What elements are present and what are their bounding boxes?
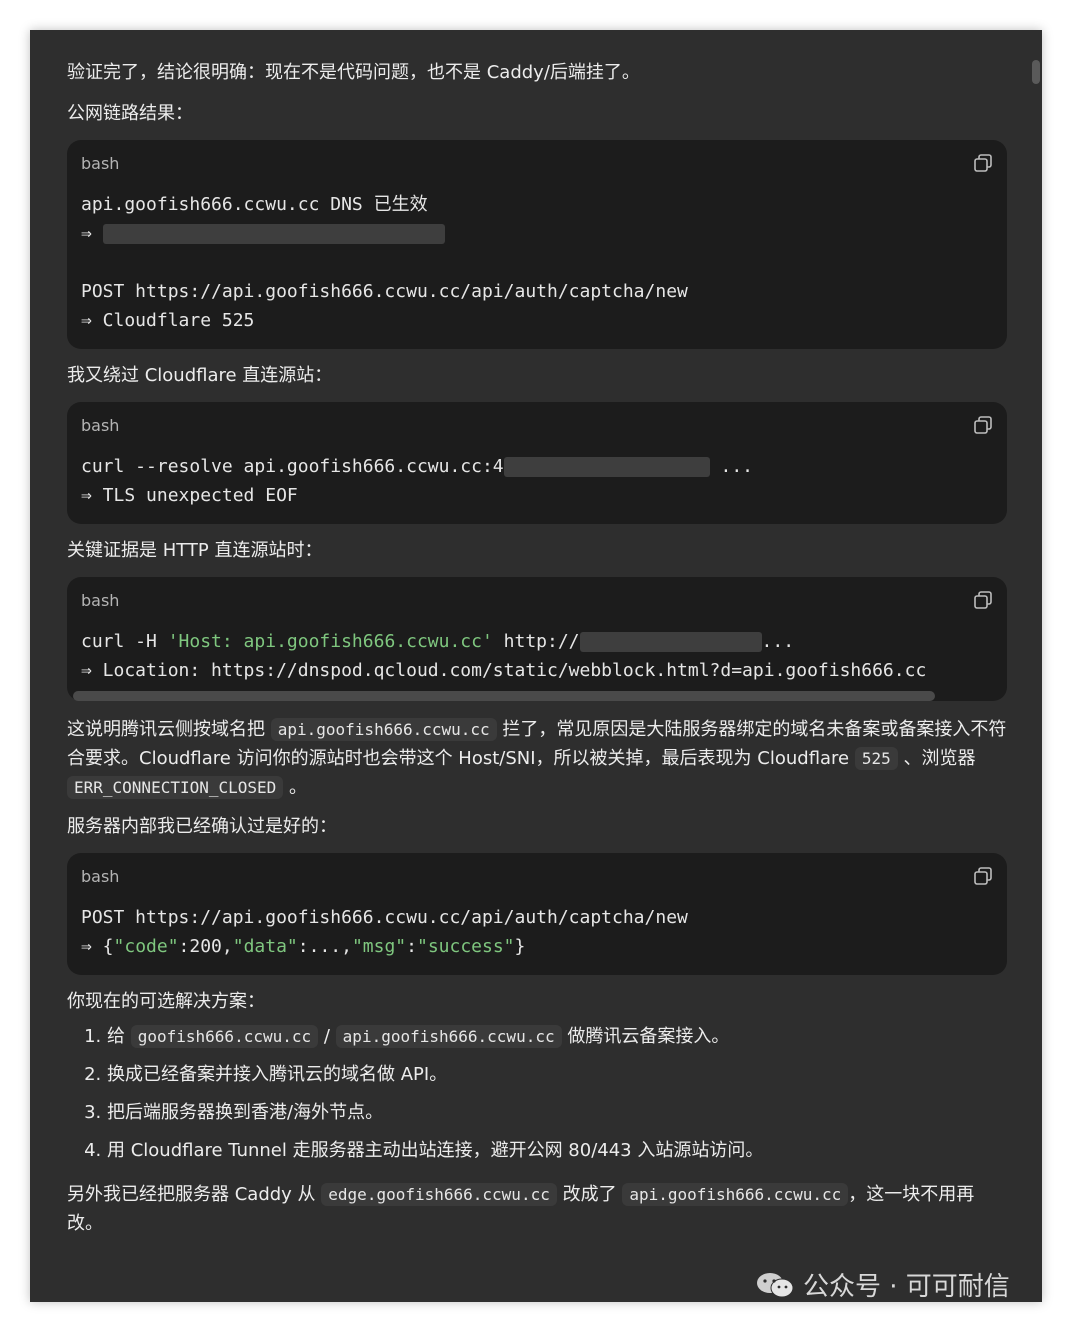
code-block-1: bash api.goofish666.ccwu.cc DNS 已生效 ⇒ POS… <box>67 140 1007 349</box>
code-lang-label: bash <box>81 866 120 886</box>
code-lang-label: bash <box>81 590 120 610</box>
options-heading: 你现在的可选解决方案： <box>67 991 265 1012</box>
code-line: POST https://api.goofish666.ccwu.cc/api/… <box>81 907 688 928</box>
inline-code: ERR_CONNECTION_CLOSED <box>67 776 284 799</box>
evidence-heading: 关键证据是 HTTP 直连源站时： <box>67 540 323 561</box>
redacted-ip <box>503 457 710 477</box>
code-lang-label: bash <box>81 153 120 173</box>
code-line: ⇒ TLS unexpected EOF <box>81 485 298 506</box>
code-content: api.goofish666.ccwu.cc DNS 已生效 ⇒ POST htt… <box>67 186 1007 349</box>
horizontal-scrollbar[interactable] <box>73 691 935 701</box>
code-block-2: bash curl --resolve api.goofish666.ccwu.… <box>67 402 1007 524</box>
inline-code: goofish666.ccwu.cc <box>130 1025 319 1048</box>
inline-code: edge.goofish666.ccwu.cc <box>321 1183 557 1206</box>
code-line: ⇒ Cloudflare 525 <box>81 310 255 331</box>
code-line: ⇒ {"code":200,"data":...,"msg":"success"… <box>81 936 526 957</box>
wechat-icon <box>757 1272 794 1297</box>
redacted-ip <box>102 224 445 244</box>
inline-code: api.goofish666.ccwu.cc <box>270 718 497 741</box>
code-line: ⇒ <box>81 219 1007 248</box>
list-item: 用 Cloudflare Tunnel 走服务器主动出站连接，避开公网 80/4… <box>107 1132 1007 1170</box>
watermark-text: 公众号 · 可可耐信 <box>803 1272 1010 1302</box>
inline-code: api.goofish666.ccwu.cc <box>622 1183 849 1206</box>
intro-text: 验证完了，结论很明确：现在不是代码问题，也不是 Caddy/后端挂了。 <box>67 62 640 83</box>
code-content: curl -H 'Host: api.goofish666.ccwu.cc' h… <box>67 623 1007 685</box>
bypass-heading: 我又绕过 Cloudflare 直连源站： <box>67 365 333 386</box>
code-line: api.goofish666.ccwu.cc DNS 已生效 <box>81 194 428 215</box>
footer-text: 另外我已经把服务器 Caddy 从 edge.goofish666.ccwu.c… <box>67 1183 975 1234</box>
watermark: 公众号 · 可可耐信 <box>755 1266 1010 1302</box>
list-item: 换成已经备案并接入腾讯云的域名做 API。 <box>107 1056 1007 1094</box>
code-lang-label: bash <box>81 415 120 435</box>
copy-icon[interactable] <box>973 153 993 173</box>
code-line: curl --resolve api.goofish666.ccwu.cc:4 … <box>81 456 753 477</box>
code-line: ⇒ Location: https://dnspod.qcloud.com/st… <box>81 660 927 681</box>
chat-window: 验证完了，结论很明确：现在不是代码问题，也不是 Caddy/后端挂了。 公网链路… <box>30 30 1042 1302</box>
copy-icon[interactable] <box>973 866 993 886</box>
copy-icon[interactable] <box>973 590 993 610</box>
code-line: POST https://api.goofish666.ccwu.cc/api/… <box>81 281 688 302</box>
copy-icon[interactable] <box>973 415 993 435</box>
redacted-ip <box>579 632 762 652</box>
public-chain-heading: 公网链路结果： <box>67 103 193 124</box>
options-list: 给 goofish666.ccwu.cc / api.goofish666.cc… <box>67 1018 1007 1170</box>
code-block-3: bash curl -H 'Host: api.goofish666.ccwu.… <box>67 577 1007 701</box>
code-content: POST https://api.goofish666.ccwu.cc/api/… <box>67 899 1007 975</box>
list-item: 把后端服务器换到香港/海外节点。 <box>107 1094 1007 1132</box>
inline-code: api.goofish666.ccwu.cc <box>335 1025 562 1048</box>
list-item: 给 goofish666.ccwu.cc / api.goofish666.cc… <box>107 1018 1007 1056</box>
code-block-4: bash POST https://api.goofish666.ccwu.cc… <box>67 853 1007 975</box>
inline-code: 525 <box>854 747 898 770</box>
explanation-text: 这说明腾讯云侧按域名把 api.goofish666.ccwu.cc 拦了，常见… <box>67 718 1007 799</box>
server-ok-heading: 服务器内部我已经确认过是好的： <box>67 816 337 837</box>
code-content: curl --resolve api.goofish666.ccwu.cc:4 … <box>67 448 1007 524</box>
assistant-message: 验证完了，结论很明确：现在不是代码问题，也不是 Caddy/后端挂了。 公网链路… <box>67 58 1007 1238</box>
code-line: curl -H 'Host: api.goofish666.ccwu.cc' h… <box>81 631 795 652</box>
scrollbar-thumb[interactable] <box>1032 60 1040 84</box>
